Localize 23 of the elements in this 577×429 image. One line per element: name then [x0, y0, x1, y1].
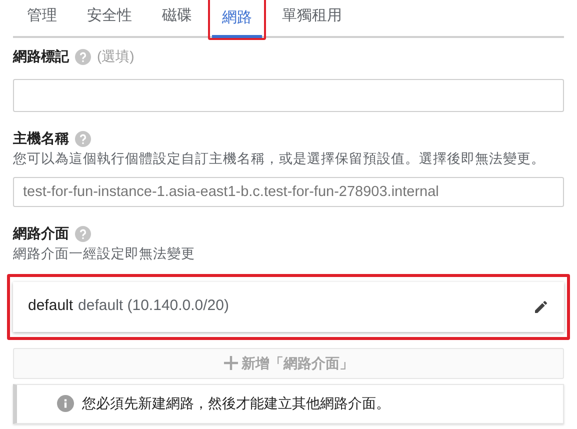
info-icon — [57, 395, 74, 412]
field-description: 網路介面一經設定即無法變更 — [13, 245, 196, 264]
help-icon[interactable] — [75, 130, 91, 146]
tab[interactable]: 管理 — [17, 2, 67, 36]
plus-icon — [224, 356, 238, 370]
field-description: 您可以為這個執行個體設定自訂主機名稱，或是選擇保留預設值。選擇後即無法變更。 — [13, 150, 546, 168]
field-label: 網路標記 — [13, 47, 69, 66]
tab[interactable]: 安全性 — [77, 2, 142, 36]
notice-text: 您必須先新建網路，然後才能建立其他網路介面。 — [82, 394, 390, 413]
tab[interactable]: 磁碟 — [152, 2, 202, 36]
interface-detail: default (10.140.0.0/20) — [78, 296, 229, 316]
input-field[interactable]: test-for-fun-instance-1.asia-east1-b.c.test-for-fun-278903.internal — [13, 177, 564, 208]
optional-hint: (選填) — [97, 47, 134, 66]
interface-card[interactable]: default default (10.140.0.0/20) — [13, 282, 564, 332]
tab[interactable]: 單獨租用 — [272, 2, 352, 36]
field-label: 主機名稱 — [13, 129, 69, 148]
field-label: 網路介面 — [13, 224, 69, 244]
input-field[interactable] — [13, 79, 564, 112]
interface-name: default — [28, 296, 74, 316]
help-icon[interactable] — [75, 48, 91, 64]
tab[interactable]: 網路 — [212, 4, 262, 38]
help-icon[interactable] — [75, 226, 91, 242]
edit-icon[interactable] — [533, 298, 549, 314]
